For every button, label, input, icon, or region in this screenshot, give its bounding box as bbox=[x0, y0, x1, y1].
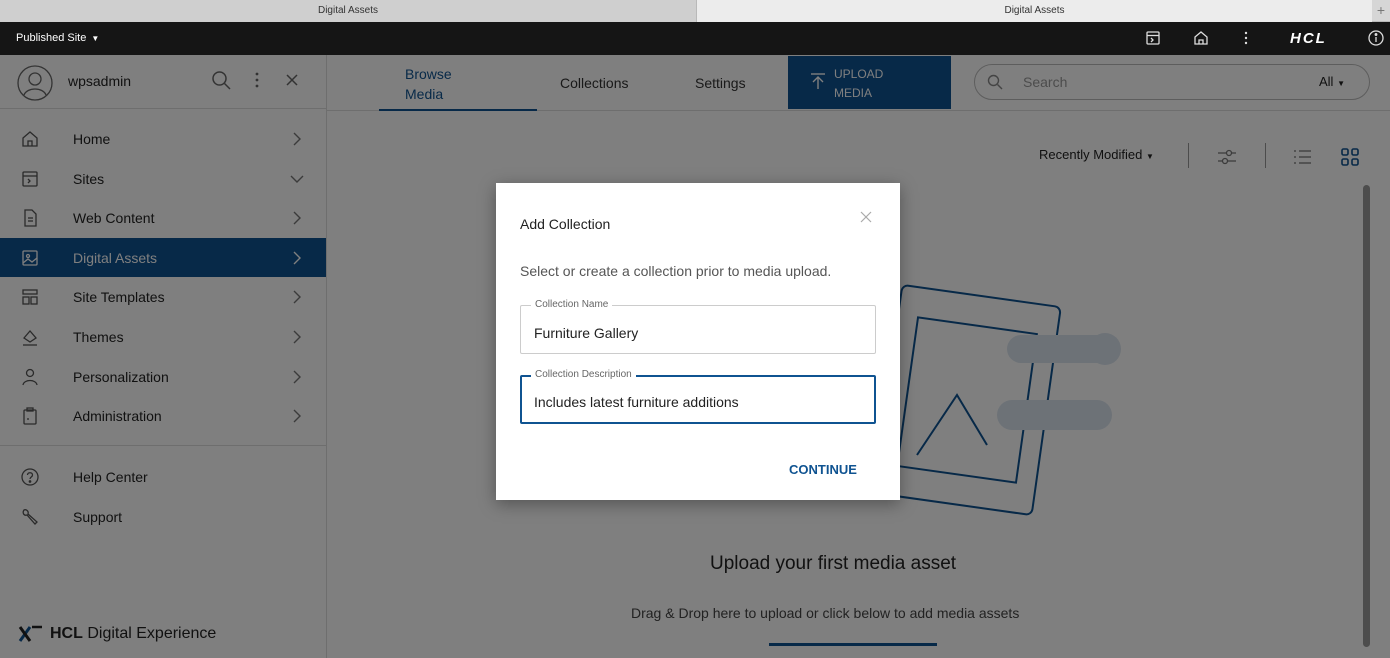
preview-icon[interactable] bbox=[1144, 29, 1162, 47]
new-tab-button[interactable]: + bbox=[1372, 0, 1390, 22]
info-icon[interactable] bbox=[1367, 29, 1385, 47]
collection-name-input[interactable] bbox=[534, 323, 864, 343]
continue-button[interactable]: CONTINUE bbox=[789, 462, 857, 477]
home-icon[interactable] bbox=[1192, 29, 1210, 47]
collection-name-field: Collection Name bbox=[520, 299, 876, 354]
hcl-logo: HCL bbox=[1290, 30, 1327, 47]
site-selector[interactable]: Published Site ▼ bbox=[16, 22, 99, 55]
collection-description-input[interactable] bbox=[534, 392, 864, 412]
site-selector-label: Published Site bbox=[16, 32, 87, 44]
add-collection-dialog: Add Collection Select or create a collec… bbox=[496, 183, 900, 500]
dialog-description: Select or create a collection prior to m… bbox=[520, 263, 832, 279]
top-bar: Published Site ▼ HCL bbox=[0, 22, 1390, 55]
field-label: Collection Description bbox=[531, 369, 636, 380]
browser-tab-strip: Digital Assets Digital Assets + bbox=[0, 0, 1390, 22]
collection-description-field: Collection Description bbox=[520, 369, 876, 424]
field-label: Collection Name bbox=[531, 299, 613, 310]
close-icon[interactable] bbox=[858, 209, 874, 225]
dialog-title: Add Collection bbox=[520, 216, 611, 232]
browser-tab-active[interactable]: Digital Assets bbox=[697, 0, 1372, 22]
more-vert-icon[interactable] bbox=[1237, 29, 1255, 47]
caret-down-icon: ▼ bbox=[91, 34, 100, 43]
browser-tab-inactive[interactable]: Digital Assets bbox=[0, 0, 697, 22]
